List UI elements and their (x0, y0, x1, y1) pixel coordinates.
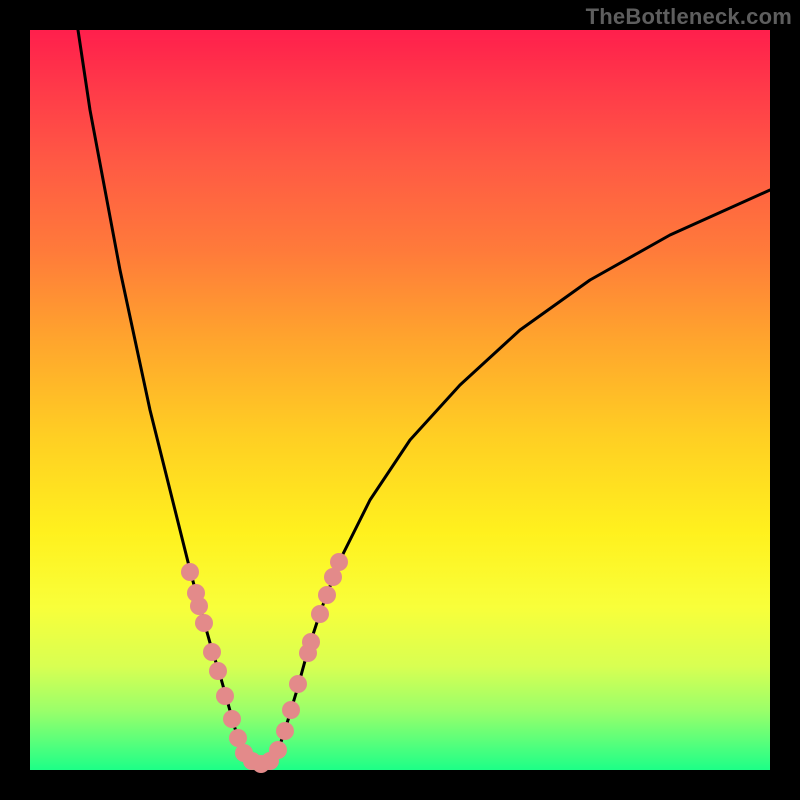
watermark-text: TheBottleneck.com (586, 4, 792, 30)
marker-dot (269, 741, 287, 759)
marker-dot (216, 687, 234, 705)
curve-svg (30, 30, 770, 770)
marker-dot (276, 722, 294, 740)
marker-dot (195, 614, 213, 632)
marker-dots (181, 553, 348, 773)
marker-dot (181, 563, 199, 581)
marker-dot (302, 633, 320, 651)
marker-dot (190, 597, 208, 615)
bottleneck-curve (78, 30, 770, 763)
marker-dot (209, 662, 227, 680)
marker-dot (318, 586, 336, 604)
marker-dot (223, 710, 241, 728)
marker-dot (289, 675, 307, 693)
series-left-branch (78, 30, 240, 745)
marker-dot (311, 605, 329, 623)
marker-dot (330, 553, 348, 571)
chart-stage: TheBottleneck.com (0, 0, 800, 800)
marker-dot (282, 701, 300, 719)
plot-area (30, 30, 770, 770)
marker-dot (203, 643, 221, 661)
series-right-branch (280, 190, 770, 745)
